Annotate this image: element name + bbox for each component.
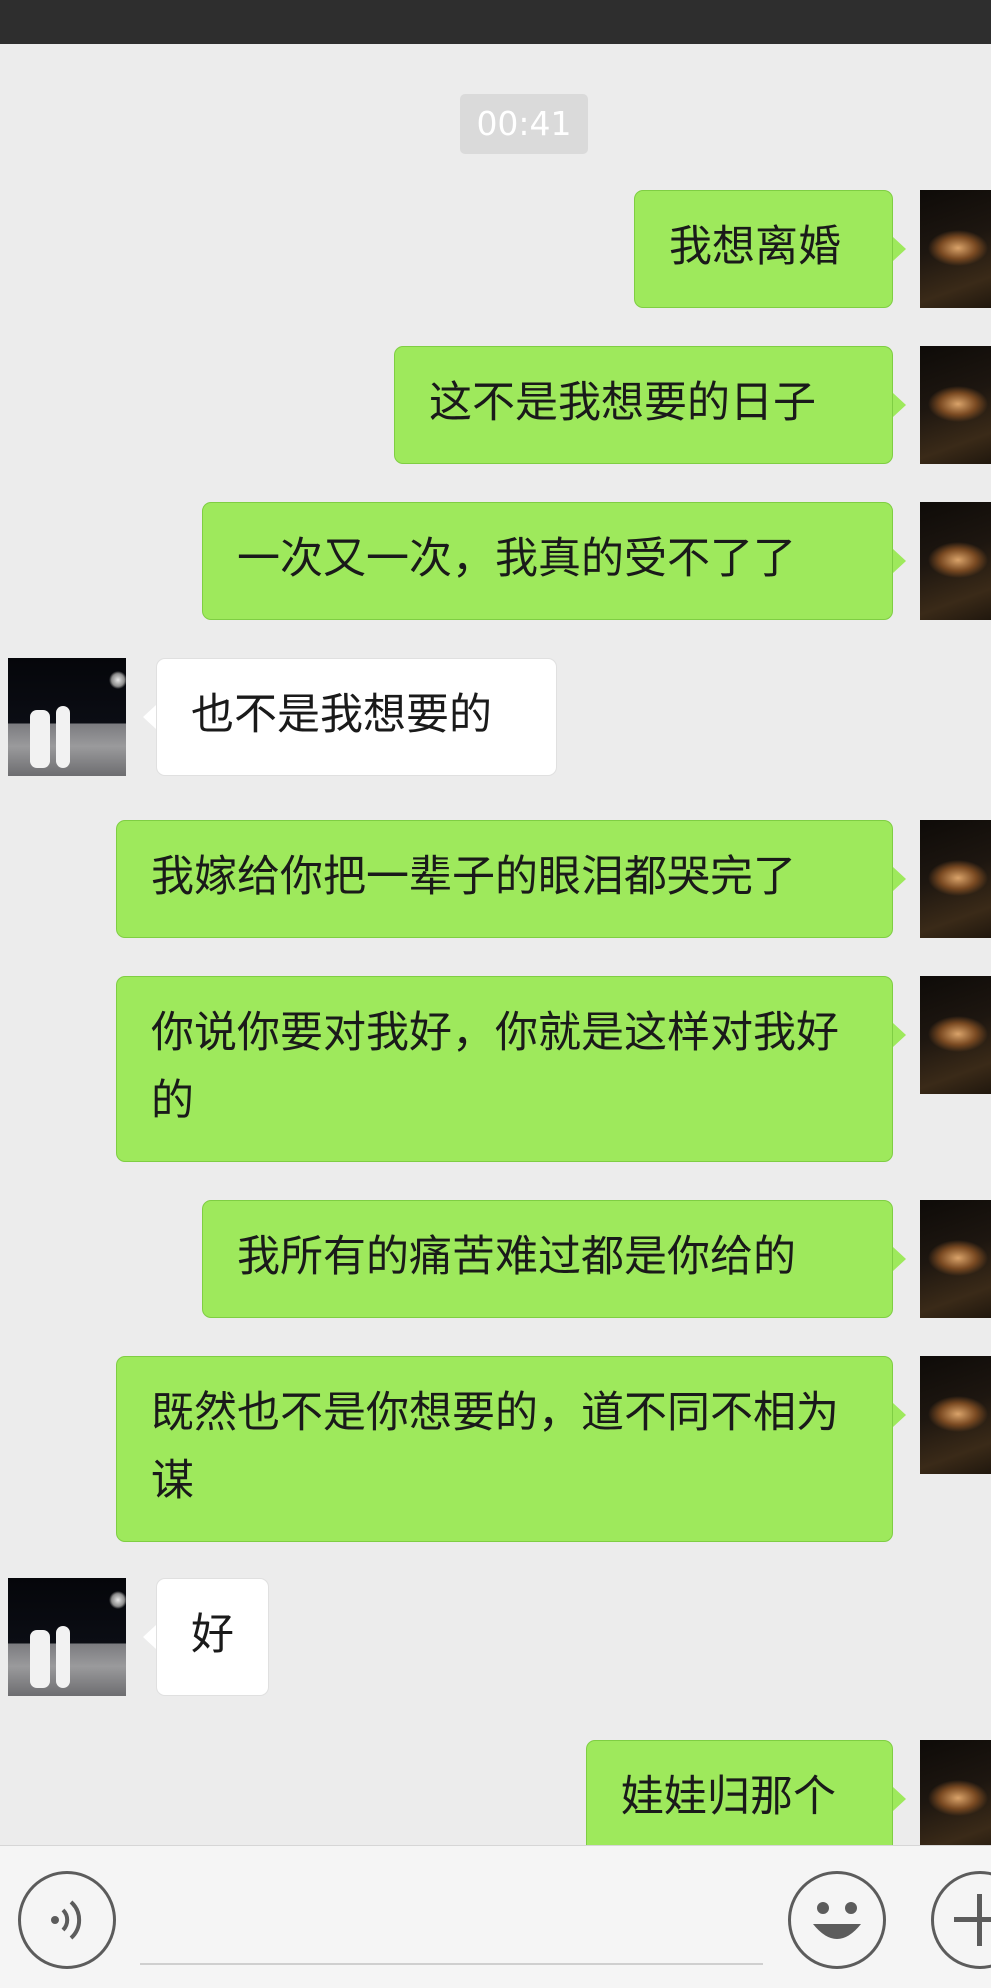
message-bubble[interactable]: 也不是我想要的 [156, 658, 557, 776]
contact-avatar[interactable] [8, 1578, 126, 1696]
message-bubble[interactable]: 我所有的痛苦难过都是你给的 [202, 1200, 893, 1318]
message-bubble[interactable]: 既然也不是你想要的，道不同不相为谋 [116, 1356, 893, 1542]
self-avatar[interactable] [920, 820, 991, 938]
message-bubble[interactable]: 一次又一次，我真的受不了了 [202, 502, 893, 620]
message-bubble[interactable]: 我想离婚 [634, 190, 893, 308]
plus-icon[interactable] [931, 1871, 991, 1969]
voice-icon[interactable] [18, 1871, 116, 1969]
contact-avatar[interactable] [8, 658, 126, 776]
message-bubble[interactable]: 好 [156, 1578, 269, 1696]
self-avatar[interactable] [920, 502, 991, 620]
message-bubble[interactable]: 这不是我想要的日子 [394, 346, 893, 464]
message-input[interactable] [140, 1963, 763, 1965]
self-avatar[interactable] [920, 1740, 991, 1858]
self-avatar[interactable] [920, 976, 991, 1094]
self-avatar[interactable] [920, 1356, 991, 1474]
self-avatar[interactable] [920, 190, 991, 308]
self-avatar[interactable] [920, 346, 991, 464]
message-bubble[interactable]: 你说你要对我好，你就是这样对我好的 [116, 976, 893, 1162]
self-avatar[interactable] [920, 1200, 991, 1318]
status-bar [0, 0, 991, 44]
emoji-icon[interactable] [788, 1871, 886, 1969]
message-bubble[interactable]: 我嫁给你把一辈子的眼泪都哭完了 [116, 820, 893, 938]
message-timestamp: 00:41 [460, 94, 588, 154]
message-bubble[interactable]: 娃娃归那个 [586, 1740, 893, 1858]
input-bar [0, 1845, 991, 1988]
